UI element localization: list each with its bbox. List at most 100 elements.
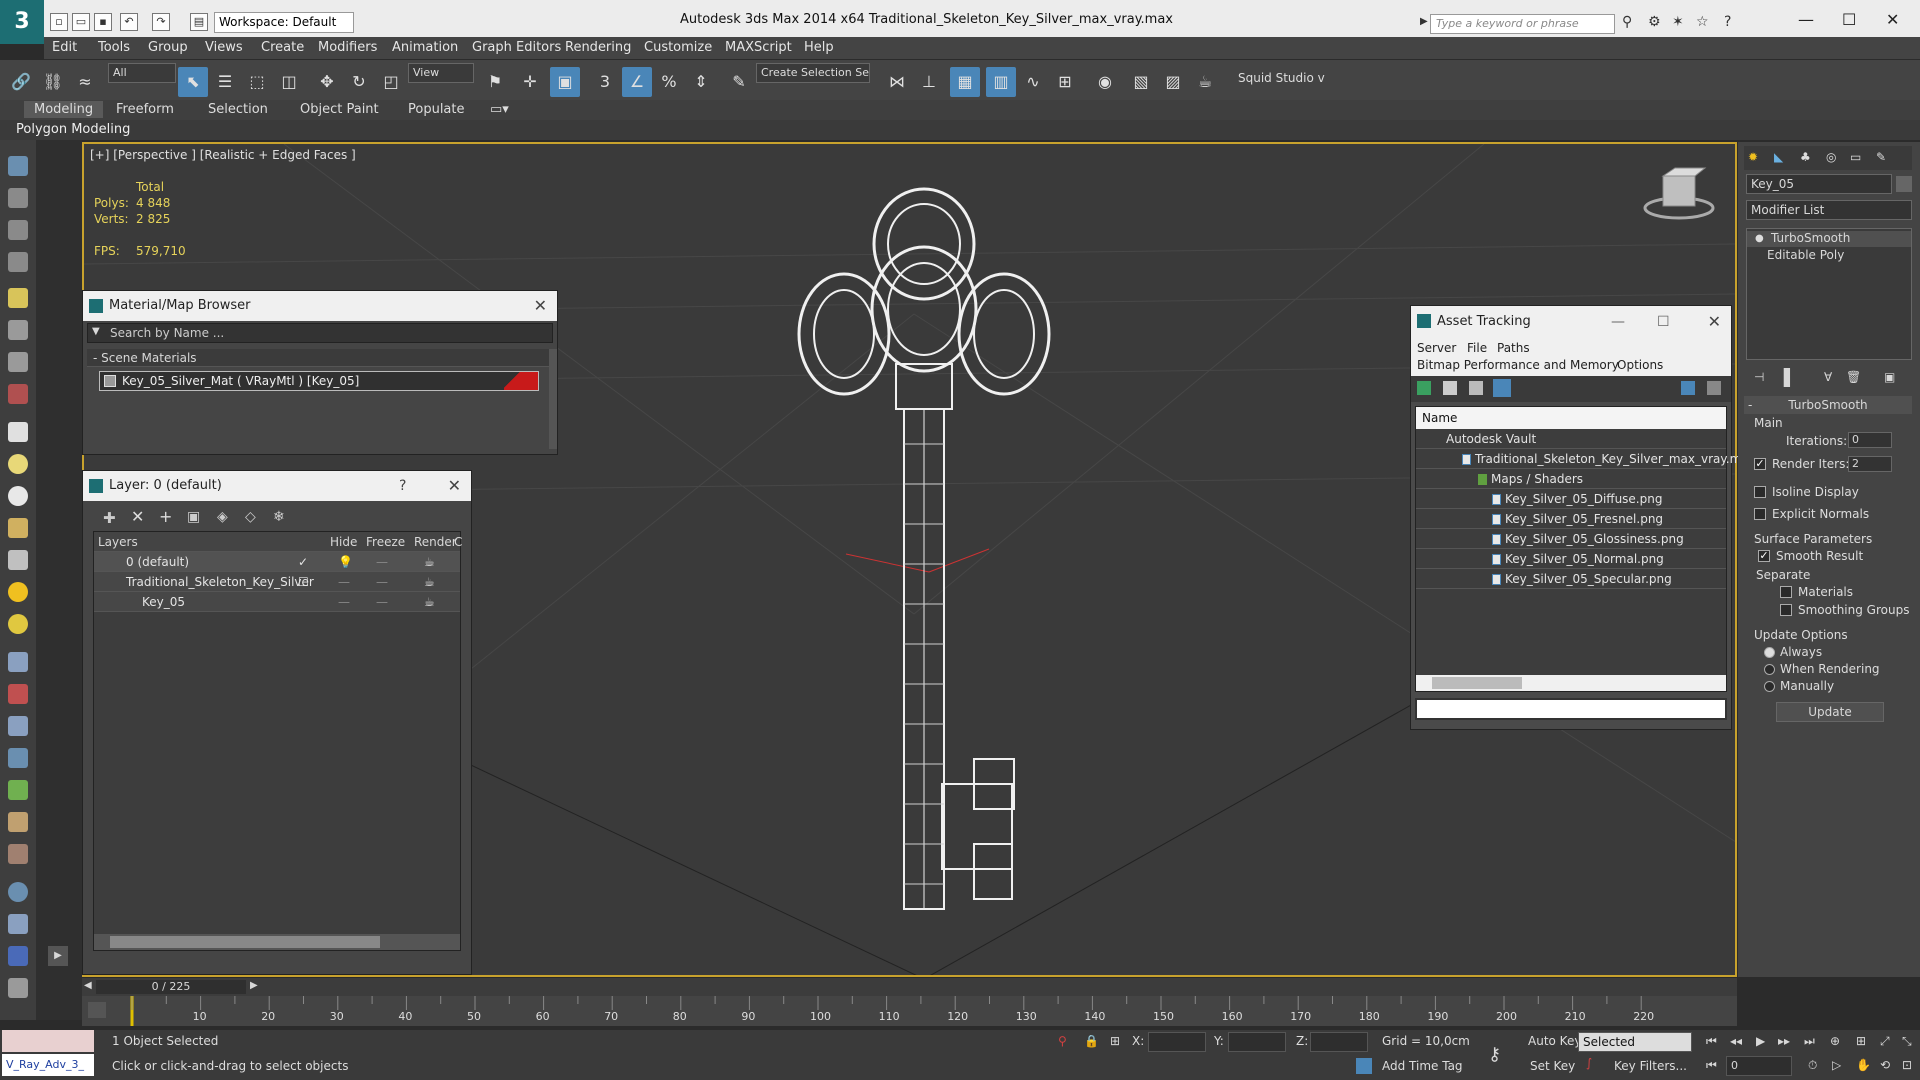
communication-center-icon[interactable]: ⚙ <box>1648 14 1661 30</box>
motion-tab-icon[interactable]: ◎ <box>1826 150 1836 164</box>
asset-row-normal[interactable]: Key_Silver_05_Normal.png <box>1416 549 1726 569</box>
pivot-center-icon[interactable]: ⚑ <box>480 67 510 97</box>
key-filters-button[interactable]: Key Filters... <box>1614 1059 1687 1073</box>
hair-icon[interactable] <box>8 812 28 832</box>
mirror-icon[interactable]: ⋈ <box>882 67 912 97</box>
named-selection-dropdown[interactable]: Create Selection Se <box>756 63 870 83</box>
col-freeze[interactable]: Freeze <box>366 535 405 549</box>
sky-icon[interactable] <box>8 614 28 634</box>
menu-graph-editors[interactable]: Graph Editors <box>472 40 561 55</box>
create-tab-icon[interactable]: ✹ <box>1748 150 1758 164</box>
layer-scroll-thumb[interactable] <box>110 936 380 948</box>
object-color-swatch[interactable] <box>1896 176 1912 192</box>
asset-row-glossiness[interactable]: Key_Silver_05_Glossiness.png <box>1416 529 1726 549</box>
active-layer-check-icon[interactable]: ✓ <box>298 552 308 572</box>
auto-key-button[interactable]: Auto Key <box>1528 1034 1581 1048</box>
scale-icon[interactable]: ◰ <box>376 67 406 97</box>
show-end-result-icon[interactable]: ▌ <box>1784 368 1796 387</box>
time-slider-thumb[interactable]: 0 / 225 <box>96 980 246 994</box>
detail-view-icon[interactable] <box>1469 381 1483 395</box>
angle-snap-icon[interactable]: ∠ <box>622 67 652 97</box>
utilities-tab-icon[interactable]: ✎ <box>1876 150 1886 164</box>
rect-selection-icon[interactable]: ⬚ <box>242 67 272 97</box>
menu-animation[interactable]: Animation <box>392 40 458 55</box>
asset-path-field[interactable] <box>1415 698 1727 720</box>
play-icon[interactable]: ▶ <box>1756 1034 1765 1048</box>
tab-freeform[interactable]: Freeform <box>116 102 174 117</box>
z-coord-field[interactable] <box>1310 1032 1368 1052</box>
modify-tab-icon[interactable]: ◣ <box>1774 150 1783 164</box>
close-icon[interactable]: ✕ <box>1708 306 1721 338</box>
rendered-frame-icon[interactable]: ▨ <box>1158 67 1188 97</box>
col-layers[interactable]: Layers <box>98 535 138 549</box>
curve-editor-icon[interactable]: ∿ <box>1018 67 1048 97</box>
freeze-all-icon[interactable]: ❄ <box>273 509 285 525</box>
select-in-layer-icon[interactable]: ▣ <box>187 509 200 525</box>
make-unique-icon[interactable]: ∀ <box>1824 370 1832 384</box>
move-icon[interactable]: ✥ <box>312 67 342 97</box>
material-editor-icon[interactable]: ◉ <box>1090 67 1120 97</box>
explicit-normals-checkbox[interactable] <box>1754 508 1766 520</box>
materials-checkbox[interactable] <box>1780 586 1792 598</box>
selection-filter-dropdown[interactable]: All <box>108 63 176 83</box>
grid-icon[interactable] <box>8 252 28 272</box>
display-tab-icon[interactable]: ▭ <box>1850 150 1861 164</box>
delete-layer-icon[interactable]: ✕ <box>131 507 144 526</box>
refresh-icon[interactable] <box>1417 381 1431 395</box>
track-bar[interactable]: 10 20 30 40 50 60 70 80 90 100 110 120 130 140 150 160 1… <box>82 996 1737 1026</box>
snaps-toggle-icon[interactable]: 3 <box>590 67 620 97</box>
minimize-icon[interactable]: — <box>1611 306 1625 338</box>
turbosmooth-rollout[interactable]: - TurboSmooth <box>1744 396 1912 414</box>
help-icon[interactable] <box>1681 381 1695 395</box>
maxscript-listener-top[interactable] <box>2 1030 94 1052</box>
menu-modifiers[interactable]: Modifiers <box>318 40 377 55</box>
menu-help[interactable]: Help <box>804 40 834 55</box>
sphere-icon[interactable] <box>8 486 28 506</box>
camera-icon[interactable] <box>8 320 28 340</box>
edit-named-selection-icon[interactable]: ✎ <box>724 67 754 97</box>
go-to-end-icon[interactable]: ⏭ <box>1804 1034 1815 1049</box>
update-button[interactable]: Update <box>1776 702 1884 722</box>
asset-row-diffuse[interactable]: Key_Silver_05_Diffuse.png <box>1416 489 1726 509</box>
stack-turbosmooth[interactable]: TurboSmooth <box>1747 231 1911 247</box>
undo-icon[interactable]: ↶ <box>120 13 138 31</box>
help-icon[interactable]: ? <box>1724 14 1731 30</box>
layer-manager-icon[interactable]: ▦ <box>950 67 980 97</box>
asset-row-scene[interactable]: Traditional_Skeleton_Key_Silver_max_vray… <box>1416 449 1756 469</box>
cone-icon[interactable] <box>8 550 28 570</box>
binoculars-icon[interactable]: ⚲ <box>1622 14 1632 30</box>
teapot-icon[interactable] <box>8 518 28 538</box>
asset-row-maps[interactable]: Maps / Shaders <box>1416 469 1726 489</box>
maximize-icon[interactable]: ☐ <box>1657 306 1670 338</box>
vray-icon[interactable] <box>8 946 28 966</box>
app-logo-icon[interactable]: 3 <box>0 0 44 44</box>
percent-snap-icon[interactable]: % <box>654 67 684 97</box>
table-view-icon[interactable] <box>1493 379 1511 397</box>
asset-row-fresnel[interactable]: Key_Silver_05_Fresnel.png <box>1416 509 1726 529</box>
hide-all-icon[interactable]: ◇ <box>245 509 256 525</box>
key-selection-dropdown[interactable]: Selected <box>1578 1032 1692 1052</box>
layer-row-key05[interactable]: Key_05 — — ☕ <box>94 592 460 612</box>
tab-object-paint[interactable]: Object Paint <box>300 102 379 117</box>
set-active-box-icon[interactable]: ☐ <box>298 572 309 592</box>
menu-create[interactable]: Create <box>261 40 304 55</box>
sun-icon[interactable] <box>8 582 28 602</box>
maximize-viewport-icon[interactable]: ⊡ <box>1902 1058 1912 1072</box>
add-to-layer-icon[interactable]: + <box>159 507 172 526</box>
reference-coord-dropdown[interactable]: View <box>408 63 474 83</box>
y-coord-field[interactable] <box>1228 1032 1286 1052</box>
settings-icon[interactable] <box>8 978 28 998</box>
set-key-button[interactable]: Set Key <box>1530 1059 1575 1073</box>
configure-sets-icon[interactable]: ▣ <box>1884 370 1895 384</box>
viewcube-icon[interactable] <box>1639 164 1719 224</box>
field-of-view-icon[interactable]: ▷ <box>1832 1058 1841 1072</box>
pin-icon[interactable] <box>1707 381 1721 395</box>
menu-paths[interactable]: Paths <box>1497 341 1530 355</box>
time-tag-icon[interactable] <box>1356 1058 1372 1074</box>
object-name-field[interactable]: Key_05 <box>1746 174 1892 194</box>
favorites-star-icon[interactable]: ☆ <box>1696 14 1709 30</box>
isoline-checkbox[interactable] <box>1754 486 1766 498</box>
scene-explorer-icon[interactable] <box>8 188 28 208</box>
particle-icon[interactable] <box>8 684 28 704</box>
asset-name-column[interactable]: Name <box>1416 407 1726 429</box>
